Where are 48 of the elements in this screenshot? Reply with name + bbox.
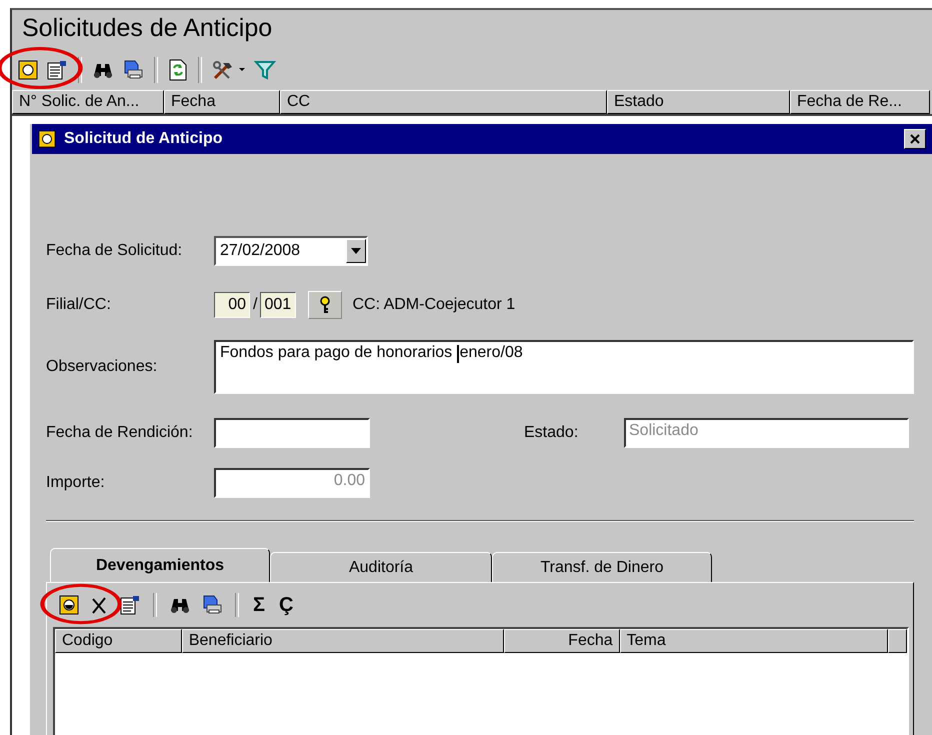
close-icon xyxy=(910,134,920,144)
new-button[interactable] xyxy=(57,593,81,617)
printer-icon xyxy=(122,60,144,80)
lookup-button[interactable] xyxy=(308,291,342,319)
window-title: Solicitudes de Anticipo xyxy=(21,13,274,44)
tab[interactable]: Transf. de Dinero xyxy=(492,552,712,582)
tab[interactable]: Auditoría xyxy=(270,552,492,582)
printer-icon xyxy=(201,595,223,615)
field-label: Estado: xyxy=(524,424,580,442)
dropdown-arrow-icon xyxy=(351,248,361,254)
column-header[interactable]: Tema xyxy=(620,629,888,653)
cc-field[interactable]: 001 xyxy=(260,292,296,318)
render-date-field[interactable] xyxy=(214,418,370,448)
field-label: Fecha de Solicitud: xyxy=(46,242,184,260)
field-label: Importe: xyxy=(46,474,106,492)
filter-button[interactable] xyxy=(252,58,278,82)
column-header[interactable]: Fecha xyxy=(504,629,620,653)
new-icon xyxy=(59,595,79,615)
date-dropdown[interactable]: 27/02/2008 xyxy=(214,236,368,266)
column-header[interactable]: CC xyxy=(280,90,607,114)
filter-icon xyxy=(254,60,276,80)
toolbar-button[interactable]: Ç xyxy=(275,594,298,616)
toolbar-button[interactable]: Σ xyxy=(249,594,270,616)
column-header[interactable]: Beneficiario xyxy=(182,629,504,653)
new-icon xyxy=(38,130,56,148)
field-label: Fecha de Rendición: xyxy=(46,424,194,442)
tools-button[interactable] xyxy=(210,58,248,82)
column-header[interactable]: Fecha xyxy=(164,90,280,114)
document-list-icon xyxy=(46,60,68,80)
column-header[interactable]: Codigo xyxy=(55,629,182,653)
observations-field[interactable]: Fondos para pago de honorarios enero/08 xyxy=(214,340,914,394)
column-header[interactable]: Estado xyxy=(607,90,790,114)
field-label: Filial/CC: xyxy=(46,296,112,314)
separator-text: / xyxy=(253,296,258,314)
new-button[interactable] xyxy=(16,58,40,82)
field-label: Observaciones: xyxy=(46,358,158,376)
cc-description: CC: ADM-Coejecutor 1 xyxy=(352,296,516,314)
refresh-icon xyxy=(168,59,188,81)
column-header[interactable] xyxy=(888,629,907,653)
filial-field[interactable]: 00 xyxy=(214,292,250,318)
close-button[interactable] xyxy=(904,129,926,149)
document-list-icon xyxy=(119,595,141,615)
dialog-title: Solicitud de Anticipo xyxy=(64,130,224,148)
dropdown-caret-icon xyxy=(238,68,246,72)
tab[interactable]: Devengamientos xyxy=(50,548,270,582)
column-header[interactable]: N° Solic. de An... xyxy=(12,90,164,114)
new-icon xyxy=(18,60,38,80)
column-header[interactable]: Fecha de Re... xyxy=(790,90,930,114)
